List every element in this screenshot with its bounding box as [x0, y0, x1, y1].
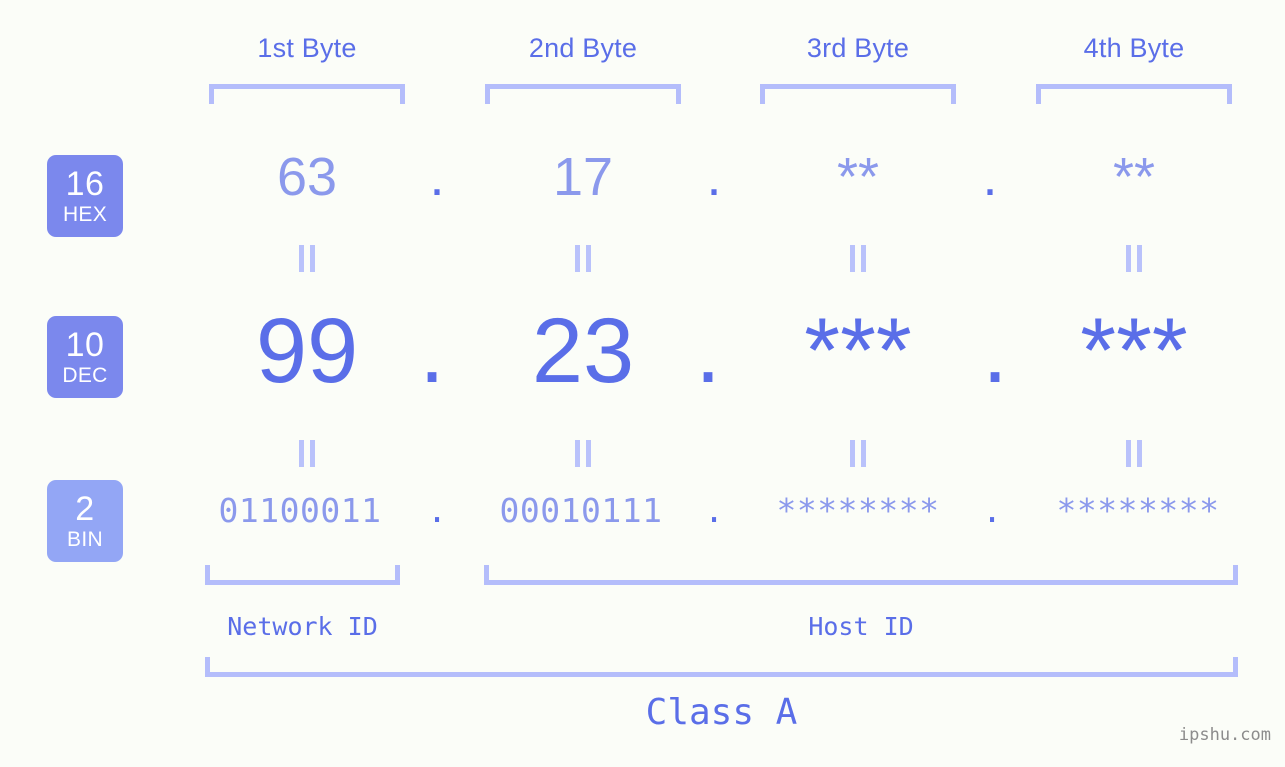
byte-bracket-1 — [209, 84, 405, 104]
equals-mark-hex-dec-3 — [738, 245, 978, 272]
hex-octet-3: ** — [836, 147, 880, 207]
dec-separator-2: . — [695, 300, 721, 402]
base-badge-hex-number: 16 — [65, 165, 105, 203]
byte-bracket-4 — [1036, 84, 1232, 104]
equals-mark-hex-dec-1 — [187, 245, 427, 272]
equals-mark-hex-dec-4 — [1014, 245, 1254, 272]
bin-separator-1: . — [427, 491, 447, 530]
equals-mark-dec-bin-3 — [738, 440, 978, 467]
base-badge-bin-number: 2 — [75, 490, 95, 528]
dec-octet-1: 99 — [255, 300, 359, 402]
base-badge-dec-number: 10 — [65, 326, 105, 364]
base-badge-hex: 16 HEX — [47, 155, 123, 237]
equals-mark-dec-bin-2 — [463, 440, 703, 467]
network-id-bracket — [205, 565, 400, 585]
byte-bracket-2 — [485, 84, 681, 104]
hex-octet-2: 17 — [552, 147, 614, 207]
network-id-label: Network ID — [227, 612, 378, 641]
hex-separator-1: . — [429, 147, 445, 207]
equals-mark-dec-bin-4 — [1014, 440, 1254, 467]
class-label: Class A — [645, 692, 798, 733]
ip-address-breakdown-diagram: 1st Byte 2nd Byte 3rd Byte 4th Byte 16 H… — [0, 0, 1285, 767]
dec-octet-2: 23 — [531, 300, 635, 402]
dec-separator-1: . — [419, 300, 445, 402]
equals-mark-hex-dec-2 — [463, 245, 703, 272]
bin-separator-3: . — [982, 491, 1002, 530]
bin-octet-2: 00010111 — [499, 491, 663, 530]
site-watermark: ipshu.com — [1178, 725, 1271, 745]
hex-octet-4: ** — [1112, 147, 1156, 207]
bin-octet-4: ******** — [1056, 491, 1220, 530]
base-badge-bin-abbr: BIN — [67, 528, 103, 551]
byte-header-2: 2nd Byte — [528, 33, 638, 63]
byte-bracket-3 — [760, 84, 956, 104]
hex-separator-3: . — [982, 147, 998, 207]
equals-mark-dec-bin-1 — [187, 440, 427, 467]
class-bracket — [205, 657, 1238, 677]
base-badge-hex-abbr: HEX — [62, 203, 108, 226]
byte-header-3: 3rd Byte — [806, 33, 910, 63]
base-badge-bin: 2 BIN — [47, 480, 123, 562]
base-badge-dec: 10 DEC — [47, 316, 123, 398]
byte-header-4: 4th Byte — [1083, 33, 1185, 63]
base-badge-dec-abbr: DEC — [62, 364, 108, 387]
dec-separator-3: . — [982, 300, 1008, 402]
dec-octet-3: *** — [804, 300, 912, 402]
host-id-label: Host ID — [808, 612, 914, 641]
bin-octet-1: 01100011 — [218, 491, 382, 530]
byte-header-1: 1st Byte — [257, 33, 357, 63]
bin-separator-2: . — [704, 491, 724, 530]
bin-octet-3: ******** — [776, 491, 940, 530]
dec-octet-4: *** — [1080, 300, 1188, 402]
hex-separator-2: . — [706, 147, 722, 207]
hex-octet-1: 63 — [276, 147, 338, 207]
host-id-bracket — [484, 565, 1238, 585]
